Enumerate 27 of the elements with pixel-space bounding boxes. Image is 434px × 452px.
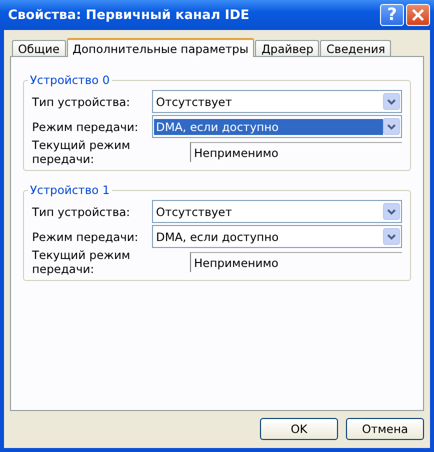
group-title: Устройство 1: [29, 183, 111, 197]
dialog-button[interactable]: OK: [260, 418, 338, 440]
dropdown[interactable]: DMA, если доступно: [152, 225, 402, 248]
field-label: Текущий режим передачи:: [32, 138, 132, 166]
field-label: Тип устройства:: [32, 94, 132, 108]
dialog-button[interactable]: Отмена: [346, 418, 424, 440]
dropdown[interactable]: DMA, если доступно: [152, 115, 402, 138]
readonly-field: Неприменимо: [190, 142, 402, 162]
dropdown-value: Отсутствует: [155, 204, 233, 220]
tab[interactable]: Сведения: [320, 40, 392, 56]
close-icon: [411, 8, 425, 22]
dropdown-value: Отсутствует: [155, 94, 233, 110]
dropdown-value: DMA, если доступно: [155, 228, 280, 244]
field-label: Режим передачи:: [32, 120, 140, 134]
tab[interactable]: Драйвер: [255, 40, 320, 56]
readonly-field: Неприменимо: [190, 252, 402, 272]
dropdown[interactable]: Отсутствует: [152, 90, 402, 113]
tab[interactable]: Дополнительные параметры: [66, 38, 254, 57]
field-label: Тип устройства:: [32, 204, 132, 218]
window-title: Свойства: Первичный канал IDE: [8, 8, 250, 22]
group-title: Устройство 0: [29, 73, 111, 87]
dropdown[interactable]: Отсутствует: [152, 200, 402, 223]
close-button[interactable]: [406, 4, 430, 26]
field-label: Режим передачи:: [32, 230, 140, 244]
tab[interactable]: Общие: [12, 40, 66, 56]
field-label: Текущий режим передачи:: [32, 248, 132, 276]
dropdown-value: DMA, если доступно: [154, 118, 383, 134]
